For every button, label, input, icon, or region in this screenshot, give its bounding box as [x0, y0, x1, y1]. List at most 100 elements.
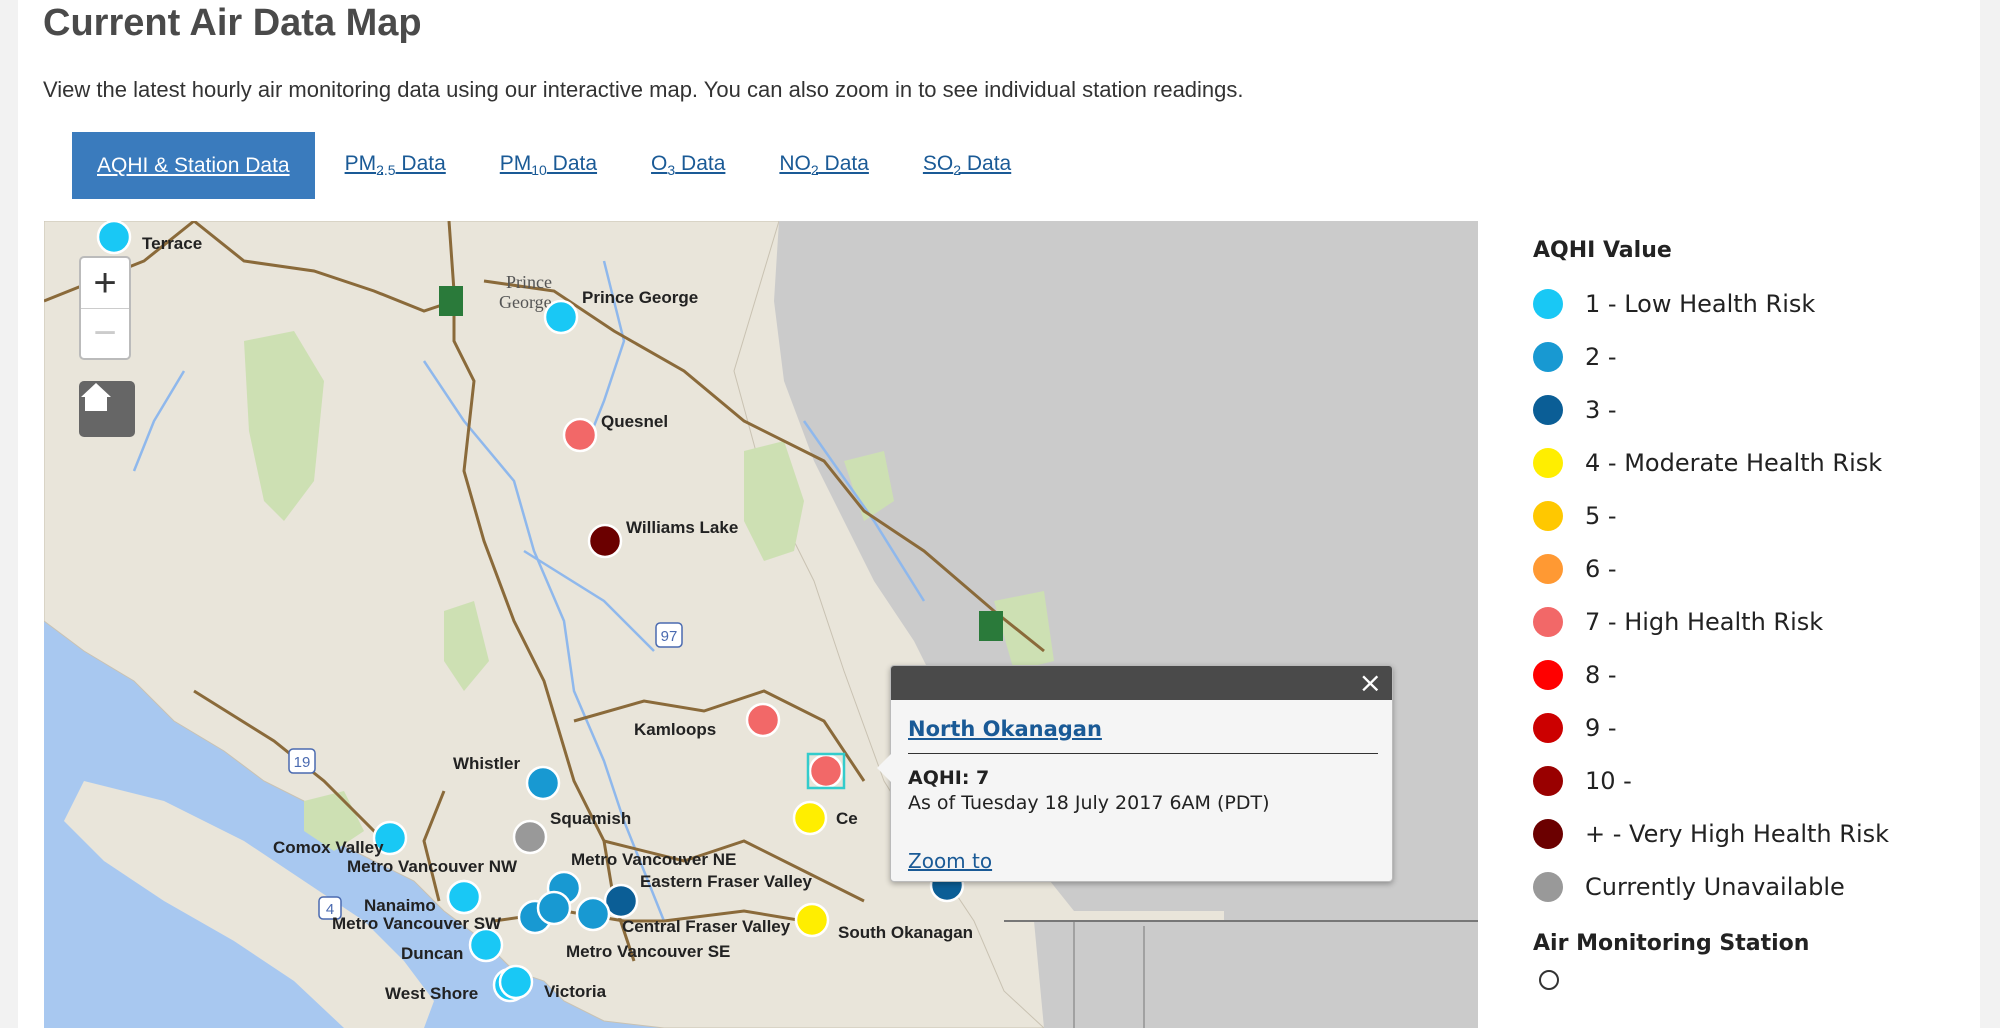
place-label: Prince — [506, 272, 552, 292]
legend-color-dot — [1533, 765, 1563, 796]
legend-label: 2 - — [1585, 342, 1617, 371]
close-icon[interactable]: × — [1359, 668, 1382, 698]
legend-label: + - Very High Health Risk — [1585, 819, 1890, 848]
legend-item: 10 - — [1533, 754, 1973, 807]
page: Current Air Data Map View the latest hou… — [18, 0, 1980, 1028]
station-label: Prince George — [582, 288, 698, 307]
legend-station-title: Air Monitoring Station — [1533, 931, 1810, 956]
tab-o3-data[interactable]: O3 Data — [651, 152, 725, 178]
zoom-control: + − — [79, 256, 131, 360]
legend-label: 8 - — [1585, 660, 1617, 689]
popup-header: × — [891, 666, 1392, 700]
legend-label: 7 - High Health Risk — [1585, 607, 1824, 636]
legend-label: 3 - — [1585, 395, 1617, 424]
station-marker[interactable] — [498, 964, 534, 1000]
legend-item: 5 - — [1533, 489, 1973, 542]
station-marker[interactable] — [96, 221, 132, 255]
legend-color-dot — [1533, 288, 1563, 319]
station-marker[interactable] — [525, 765, 561, 801]
station-label: Ce — [836, 809, 858, 828]
station-marker[interactable] — [446, 879, 482, 915]
station-label: West Shore — [385, 984, 478, 1003]
legend-item: 4 - Moderate Health Risk — [1533, 436, 1973, 489]
station-marker[interactable] — [792, 800, 828, 836]
map-canvas[interactable]: 97 19 4 Prince George TerracePrince Geor… — [44, 221, 1478, 1028]
legend-color-dot — [1533, 871, 1563, 902]
station-label: Metro Vancouver SW — [332, 914, 502, 933]
station-marker[interactable] — [543, 299, 579, 335]
station-label: Comox Valley — [273, 838, 384, 857]
tab-no2-data[interactable]: NO2 Data — [779, 152, 869, 178]
page-intro: View the latest hourly air monitoring da… — [43, 77, 1244, 102]
legend-title: AQHI Value — [1533, 238, 1672, 263]
legend-color-dot — [1533, 553, 1563, 584]
station-label: Quesnel — [601, 412, 668, 431]
legend-label: 5 - — [1585, 501, 1617, 530]
page-title: Current Air Data Map — [43, 2, 422, 44]
station-label: Eastern Fraser Valley — [640, 872, 813, 891]
station-label: Squamish — [550, 809, 631, 828]
svg-text:19: 19 — [294, 754, 311, 771]
station-label: Kamloops — [634, 720, 716, 739]
legend-color-dot — [1533, 500, 1563, 531]
station-label: Central Fraser Valley — [622, 917, 791, 936]
station-label: Williams Lake — [626, 518, 738, 537]
station-marker[interactable] — [468, 927, 504, 963]
park-shield-icon — [439, 286, 463, 316]
tab-pm25-data[interactable]: PM2.5 Data — [345, 152, 446, 178]
station-label: Victoria — [544, 982, 607, 1001]
legend-item: 1 - Low Health Risk — [1533, 277, 1973, 330]
svg-text:97: 97 — [661, 628, 678, 645]
station-marker[interactable] — [575, 896, 611, 932]
legend-color-dot — [1533, 447, 1563, 478]
tab-aqhi-station-data[interactable]: AQHI & Station Data — [72, 132, 315, 199]
station-label: Metro Vancouver SE — [566, 942, 730, 961]
legend-label: 10 - — [1585, 766, 1632, 795]
legend-item: 9 - — [1533, 701, 1973, 754]
station-label: Metro Vancouver NW — [347, 857, 518, 876]
legend-item: 2 - — [1533, 330, 1973, 383]
legend-color-dot — [1533, 341, 1563, 372]
highway-shield-19: 19 — [288, 748, 316, 774]
station-marker[interactable] — [587, 523, 623, 559]
air-data-map[interactable]: 97 19 4 Prince George Terrace Prince Geor… — [44, 221, 1478, 1028]
popup-timestamp: As of Tuesday 18 July 2017 6AM (PDT) — [908, 792, 1270, 814]
legend-label: 4 - Moderate Health Risk — [1585, 448, 1883, 477]
legend-color-dot — [1533, 712, 1563, 743]
legend-item: Currently Unavailable — [1533, 860, 1973, 913]
popup-aqhi-value: AQHI: 7 — [908, 767, 990, 789]
station-label: Terrace — [142, 234, 202, 253]
station-popup: × North Okanagan AQHI: 7 As of Tuesday 1… — [877, 665, 1393, 882]
station-label: South Okanagan — [838, 923, 973, 942]
legend-item: 3 - — [1533, 383, 1973, 436]
tab-so2-data[interactable]: SO2 Data — [923, 152, 1011, 178]
legend: AQHI Value 1 - Low Health Risk 2 - 3 - 4 - … — [1533, 238, 1973, 990]
station-label: Metro Vancouver NE — [571, 850, 736, 869]
home-button[interactable] — [79, 381, 135, 437]
station-marker[interactable] — [808, 753, 844, 789]
park-shield-icon — [979, 611, 1003, 641]
zoom-to-link[interactable]: Zoom to — [908, 849, 992, 873]
station-ring-icon — [1539, 970, 1559, 990]
home-icon — [81, 383, 111, 411]
zoom-in-button[interactable]: + — [81, 258, 129, 308]
station-label: Nanaimo — [364, 896, 436, 915]
legend-label: 6 - — [1585, 554, 1617, 583]
popup-pointer — [877, 754, 891, 782]
popup-divider — [908, 753, 1378, 754]
station-label: Duncan — [401, 944, 463, 963]
station-marker[interactable] — [562, 417, 598, 453]
station-marker[interactable] — [794, 902, 830, 938]
data-tabs: AQHI & Station Data PM2.5 Data PM10 Data… — [72, 132, 1065, 199]
legend-color-dot — [1533, 659, 1563, 690]
legend-label: 1 - Low Health Risk — [1585, 289, 1816, 318]
station-marker[interactable] — [536, 890, 572, 926]
station-marker[interactable] — [745, 702, 781, 738]
station-marker[interactable] — [512, 819, 548, 855]
legend-color-dot — [1533, 606, 1563, 637]
legend-item: 6 - — [1533, 542, 1973, 595]
zoom-out-button[interactable]: − — [81, 308, 129, 358]
tab-pm10-data[interactable]: PM10 Data — [500, 152, 597, 178]
legend-color-dot — [1533, 818, 1563, 849]
popup-station-link[interactable]: North Okanagan — [908, 717, 1102, 741]
